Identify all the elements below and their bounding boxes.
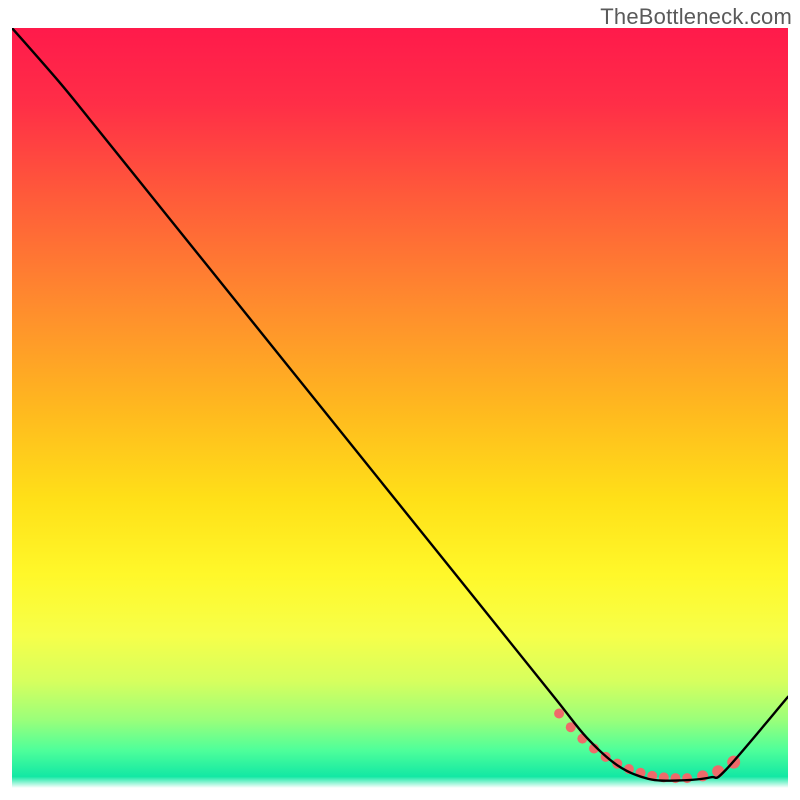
watermark-text: TheBottleneck.com (600, 4, 792, 30)
chart-container: TheBottleneck.com (0, 0, 800, 800)
plot-area (12, 28, 788, 788)
marker-dot (554, 709, 564, 719)
marker-dot (682, 773, 692, 783)
marker-dot (712, 765, 724, 777)
gradient-background (12, 28, 788, 788)
chart-svg (12, 28, 788, 788)
